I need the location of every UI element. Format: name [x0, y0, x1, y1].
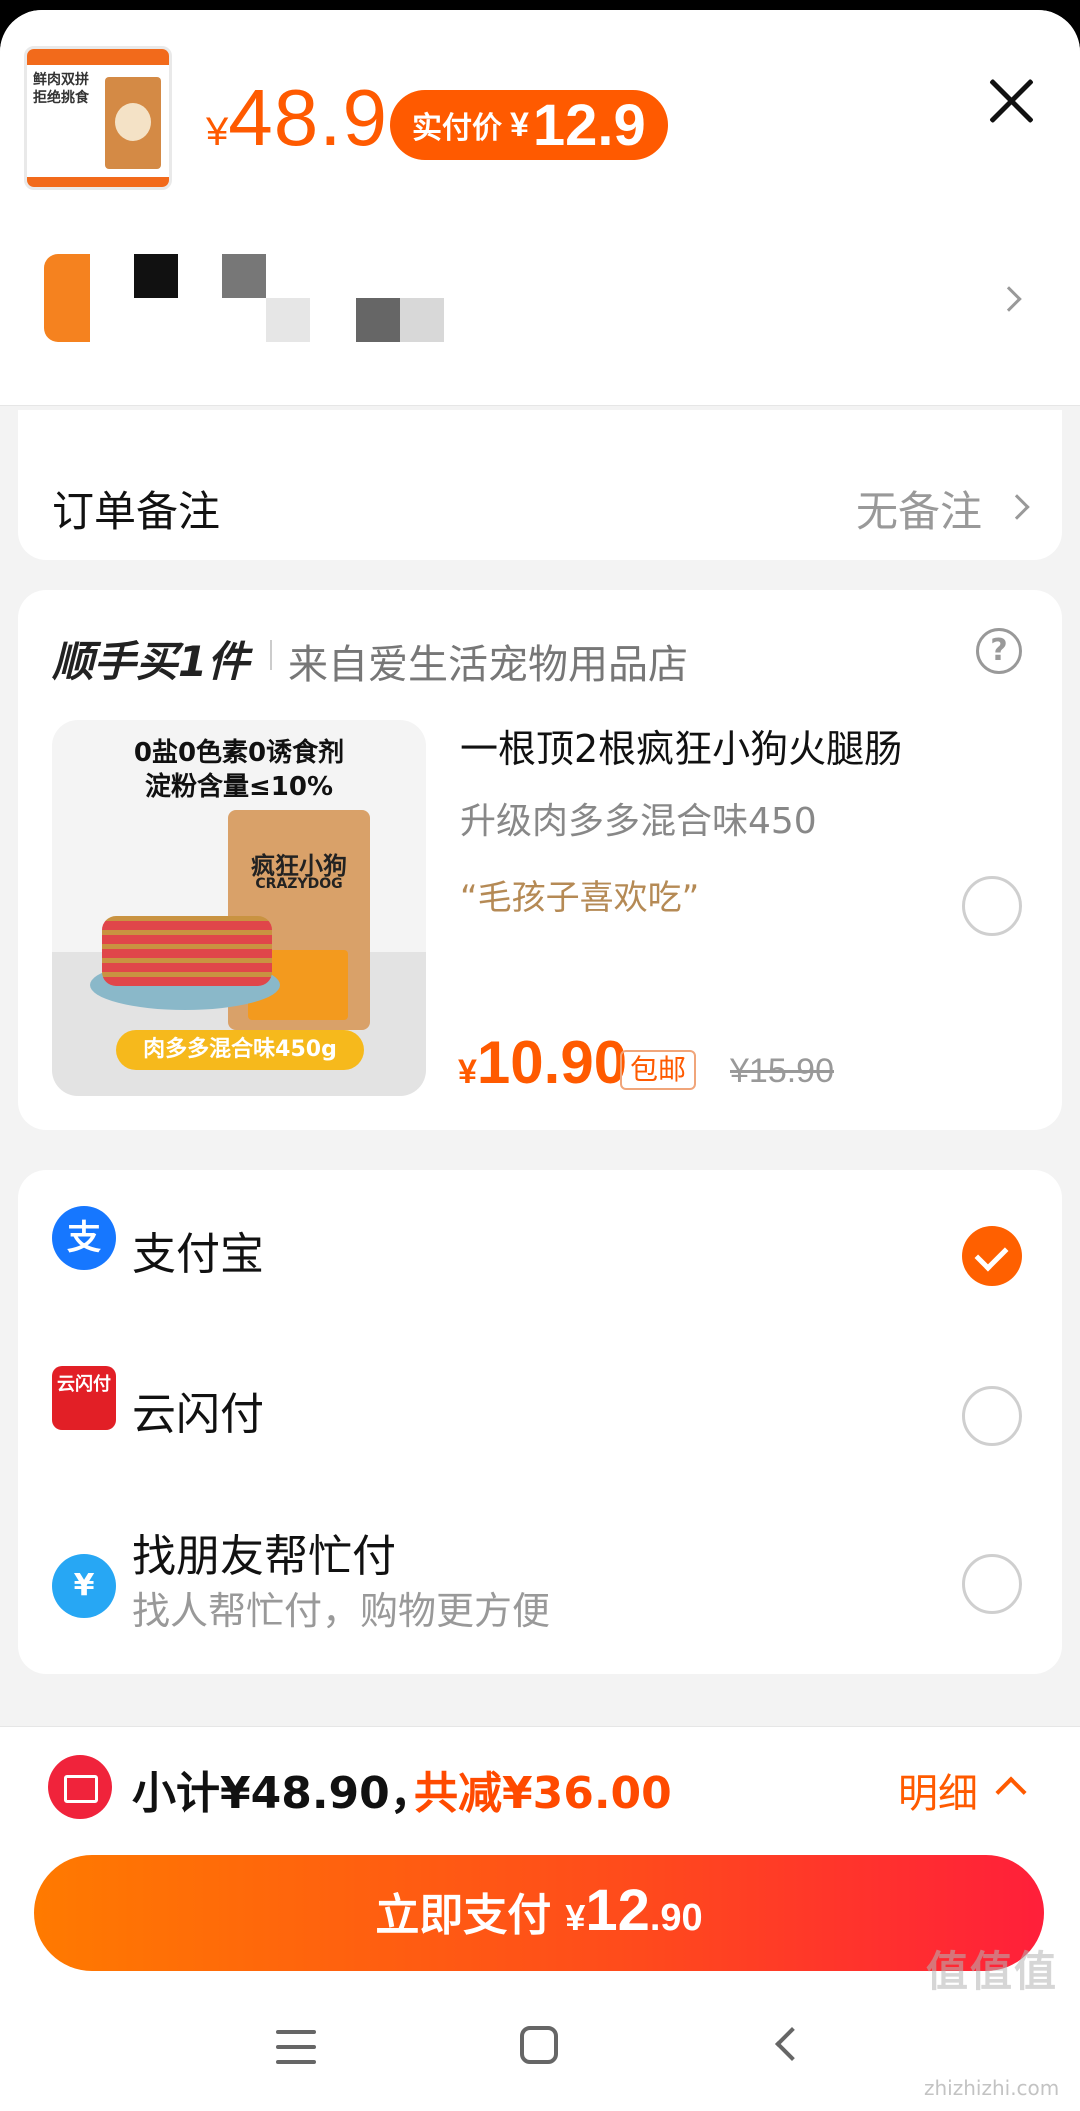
order-sheet: 鲜肉双拼 拒绝挑食 ¥48.9 实付价 ¥ 12.9 订单备注 无备注 顺手买1…	[0, 10, 1080, 2111]
coupon-icon	[48, 1755, 112, 1819]
back-icon[interactable]	[775, 2027, 809, 2061]
add-on-card: 顺手买1件 来自爱生活宠物用品店 ? 0盐0色素0诱食剂 淀粉含量≤10% 疯狂小…	[18, 590, 1062, 1130]
payment-radio[interactable]	[962, 1386, 1022, 1446]
product-thumbnail: 鲜肉双拼 拒绝挑食	[24, 46, 172, 190]
original-price: ¥15.90	[730, 1052, 834, 1090]
order-note-row[interactable]: 订单备注 无备注	[18, 410, 1062, 560]
payment-method-alipay[interactable]: 支 支付宝	[18, 1206, 1062, 1306]
add-on-product-spec: 升级肉多多混合味450	[460, 801, 817, 842]
system-navigation-bar	[0, 1996, 1080, 2111]
payment-method-subtitle: 找人帮忙付，购物更方便	[132, 1589, 551, 1633]
chevron-up-icon[interactable]	[995, 1776, 1027, 1808]
add-on-product-name[interactable]: 一根顶2根疯狂小狗火腿肠	[460, 718, 902, 773]
payment-radio-checked[interactable]	[962, 1226, 1022, 1286]
add-on-price: ¥10.90	[458, 1029, 628, 1096]
address-row[interactable]	[0, 238, 1080, 358]
payment-method-name: 找朋友帮忙付	[132, 1531, 396, 1582]
recent-apps-icon[interactable]	[276, 2030, 316, 2064]
list-price: ¥48.9	[206, 73, 388, 162]
order-note-value: 无备注	[855, 487, 982, 536]
payment-method-unionpay[interactable]: 云闪付 云闪付	[18, 1366, 1062, 1466]
alipay-icon: 支	[52, 1206, 116, 1270]
payment-methods-card: 支 支付宝 云闪付 云闪付 ¥ 找朋友帮忙付 找人帮忙付，购物更方便	[18, 1170, 1062, 1674]
watermark-url: zhizhizhi.com	[924, 2076, 1060, 2100]
add-on-title: 顺手买1件	[52, 637, 250, 686]
close-icon[interactable]	[986, 76, 1036, 126]
payment-method-name: 支付宝	[132, 1229, 264, 1280]
home-icon[interactable]	[520, 2026, 558, 2064]
order-note-label: 订单备注	[52, 487, 221, 536]
chevron-right-icon	[996, 286, 1022, 312]
redacted-address	[44, 254, 90, 342]
add-on-select-radio[interactable]	[962, 876, 1022, 936]
help-icon[interactable]: ?	[976, 628, 1022, 674]
add-on-product-quote: “毛孩子喜欢吃”	[460, 878, 700, 918]
watermark: 值值值	[926, 1947, 1059, 1996]
add-on-shop: 来自爱生活宠物用品店	[288, 642, 688, 688]
subtotal-text: 小计¥48.90，	[132, 1768, 434, 1819]
add-on-product-image[interactable]: 0盐0色素0诱食剂 淀粉含量≤10% 疯狂小狗 CRAZYDOG 肉多多混合味45…	[52, 720, 426, 1096]
payment-method-name: 云闪付	[132, 1389, 264, 1440]
friend-pay-icon: ¥	[52, 1554, 116, 1618]
pay-now-button[interactable]: 立即支付 ¥ 12 .90	[34, 1855, 1044, 1971]
detail-toggle[interactable]: 明细	[898, 1761, 978, 1819]
thumbnail-text: 鲜肉双拼 拒绝挑食	[33, 72, 89, 106]
payment-method-friend[interactable]: ¥ 找朋友帮忙付 找人帮忙付，购物更方便	[18, 1520, 1062, 1650]
chevron-right-icon	[1004, 494, 1030, 520]
unionpay-icon: 云闪付	[52, 1366, 116, 1430]
discount-text: 共减¥36.00	[414, 1768, 672, 1819]
payment-radio[interactable]	[962, 1554, 1022, 1614]
checkout-bar: 小计¥48.90， 共减¥36.00 明细 立即支付 ¥ 12 .90	[0, 1726, 1080, 1996]
free-shipping-badge: 包邮	[620, 1050, 697, 1090]
actual-price-badge: 实付价 ¥ 12.9	[390, 90, 668, 160]
order-header: 鲜肉双拼 拒绝挑食 ¥48.9 实付价 ¥ 12.9	[0, 10, 1080, 406]
